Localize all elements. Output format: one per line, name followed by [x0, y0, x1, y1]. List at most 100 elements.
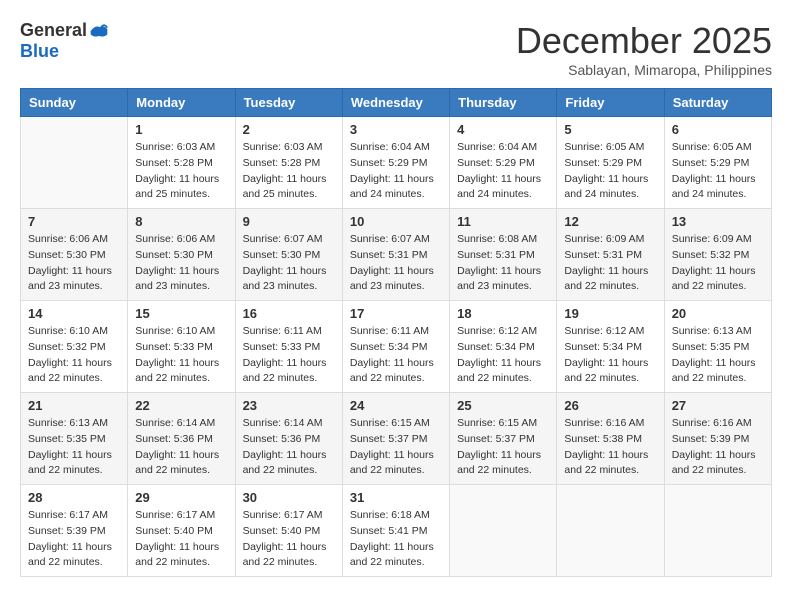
calendar-day-cell: 2Sunrise: 6:03 AMSunset: 5:28 PMDaylight…: [235, 117, 342, 209]
day-info: Sunrise: 6:08 AMSunset: 5:31 PMDaylight:…: [457, 232, 549, 295]
calendar-day-cell: 13 Sunrise: 6:09 AMSunset: 5:32 PMDayligh…: [664, 209, 771, 301]
calendar-week-row: 28Sunrise: 6:17 AMSunset: 5:39 PMDayligh…: [21, 485, 772, 577]
calendar-day-cell: 22 Sunrise: 6:14 AMSunset: 5:36 PMDayligh…: [128, 393, 235, 485]
logo-general-text: General: [20, 20, 87, 41]
day-info: Sunrise: 6:07 AMSunset: 5:30 PMDaylight:…: [243, 232, 335, 295]
day-info: Sunrise: 6:18 AMSunset: 5:41 PMDaylight:…: [350, 508, 442, 571]
calendar-day-header: Monday: [128, 89, 235, 117]
day-number: 1: [135, 122, 227, 137]
calendar-table: SundayMondayTuesdayWednesdayThursdayFrid…: [20, 88, 772, 577]
calendar-day-cell: 12 Sunrise: 6:09 AMSunset: 5:31 PMDayligh…: [557, 209, 664, 301]
calendar-day-cell: [450, 485, 557, 577]
day-info: Sunrise: 6:16 AMSunset: 5:38 PMDaylight:…: [564, 416, 656, 479]
calendar-day-header: Sunday: [21, 89, 128, 117]
logo-icon: [89, 21, 109, 41]
calendar-day-cell: 17 Sunrise: 6:11 AMSunset: 5:34 PMDayligh…: [342, 301, 449, 393]
calendar-day-cell: [664, 485, 771, 577]
day-info: Sunrise: 6:17 AMSunset: 5:40 PMDaylight:…: [243, 508, 335, 571]
day-number: 20: [672, 306, 764, 321]
calendar-day-cell: 24 Sunrise: 6:15 AMSunset: 5:37 PMDayligh…: [342, 393, 449, 485]
day-number: 5: [564, 122, 656, 137]
day-number: 19: [564, 306, 656, 321]
day-info: Sunrise: 6:09 AMSunset: 5:31 PMDaylight:…: [564, 232, 656, 295]
calendar-day-cell: 21 Sunrise: 6:13 AMSunset: 5:35 PMDayligh…: [21, 393, 128, 485]
logo: General Blue: [20, 20, 109, 62]
calendar-day-cell: 3 Sunrise: 6:04 AMSunset: 5:29 PMDaylight…: [342, 117, 449, 209]
calendar-day-cell: 18 Sunrise: 6:12 AMSunset: 5:34 PMDayligh…: [450, 301, 557, 393]
day-info: Sunrise: 6:16 AMSunset: 5:39 PMDaylight:…: [672, 416, 764, 479]
calendar-day-cell: 11Sunrise: 6:08 AMSunset: 5:31 PMDayligh…: [450, 209, 557, 301]
day-info: Sunrise: 6:09 AMSunset: 5:32 PMDaylight:…: [672, 232, 764, 295]
location-subtitle: Sablayan, Mimaropa, Philippines: [516, 62, 772, 78]
day-info: Sunrise: 6:05 AMSunset: 5:29 PMDaylight:…: [672, 140, 764, 203]
day-number: 27: [672, 398, 764, 413]
calendar-week-row: 7 Sunrise: 6:06 AMSunset: 5:30 PMDaylight…: [21, 209, 772, 301]
calendar-day-cell: 14Sunrise: 6:10 AMSunset: 5:32 PMDayligh…: [21, 301, 128, 393]
day-info: Sunrise: 6:12 AMSunset: 5:34 PMDaylight:…: [564, 324, 656, 387]
calendar-day-cell: 31Sunrise: 6:18 AMSunset: 5:41 PMDayligh…: [342, 485, 449, 577]
calendar-week-row: 1 Sunrise: 6:03 AMSunset: 5:28 PMDaylight…: [21, 117, 772, 209]
day-number: 8: [135, 214, 227, 229]
calendar-day-cell: 5 Sunrise: 6:05 AMSunset: 5:29 PMDaylight…: [557, 117, 664, 209]
page-header: General Blue December 2025 Sablayan, Mim…: [20, 20, 772, 78]
day-number: 15: [135, 306, 227, 321]
calendar-week-row: 14Sunrise: 6:10 AMSunset: 5:32 PMDayligh…: [21, 301, 772, 393]
day-info: Sunrise: 6:14 AMSunset: 5:36 PMDaylight:…: [135, 416, 227, 479]
day-info: Sunrise: 6:17 AMSunset: 5:40 PMDaylight:…: [135, 508, 227, 571]
calendar-day-cell: 19 Sunrise: 6:12 AMSunset: 5:34 PMDayligh…: [557, 301, 664, 393]
day-number: 28: [28, 490, 120, 505]
day-number: 4: [457, 122, 549, 137]
day-number: 16: [243, 306, 335, 321]
title-section: December 2025 Sablayan, Mimaropa, Philip…: [516, 20, 772, 78]
day-number: 13: [672, 214, 764, 229]
day-number: 23: [243, 398, 335, 413]
day-info: Sunrise: 6:04 AMSunset: 5:29 PMDaylight:…: [457, 140, 549, 203]
day-number: 12: [564, 214, 656, 229]
day-number: 14: [28, 306, 120, 321]
calendar-day-cell: 10 Sunrise: 6:07 AMSunset: 5:31 PMDayligh…: [342, 209, 449, 301]
day-info: Sunrise: 6:03 AMSunset: 5:28 PMDaylight:…: [243, 140, 335, 203]
day-number: 21: [28, 398, 120, 413]
day-number: 7: [28, 214, 120, 229]
calendar-day-cell: 25Sunrise: 6:15 AMSunset: 5:37 PMDayligh…: [450, 393, 557, 485]
day-number: 6: [672, 122, 764, 137]
day-number: 24: [350, 398, 442, 413]
day-info: Sunrise: 6:04 AMSunset: 5:29 PMDaylight:…: [350, 140, 442, 203]
day-number: 18: [457, 306, 549, 321]
calendar-day-header: Thursday: [450, 89, 557, 117]
day-number: 10: [350, 214, 442, 229]
calendar-day-cell: 15 Sunrise: 6:10 AMSunset: 5:33 PMDayligh…: [128, 301, 235, 393]
calendar-day-cell: 30 Sunrise: 6:17 AMSunset: 5:40 PMDayligh…: [235, 485, 342, 577]
day-info: Sunrise: 6:07 AMSunset: 5:31 PMDaylight:…: [350, 232, 442, 295]
day-info: Sunrise: 6:12 AMSunset: 5:34 PMDaylight:…: [457, 324, 549, 387]
calendar-day-cell: 28Sunrise: 6:17 AMSunset: 5:39 PMDayligh…: [21, 485, 128, 577]
day-info: Sunrise: 6:14 AMSunset: 5:36 PMDaylight:…: [243, 416, 335, 479]
day-info: Sunrise: 6:05 AMSunset: 5:29 PMDaylight:…: [564, 140, 656, 203]
calendar-day-header: Wednesday: [342, 89, 449, 117]
day-number: 30: [243, 490, 335, 505]
calendar-day-header: Saturday: [664, 89, 771, 117]
day-number: 25: [457, 398, 549, 413]
calendar-day-cell: 7 Sunrise: 6:06 AMSunset: 5:30 PMDaylight…: [21, 209, 128, 301]
day-info: Sunrise: 6:03 AMSunset: 5:28 PMDaylight:…: [135, 140, 227, 203]
day-number: 22: [135, 398, 227, 413]
logo-blue-text: Blue: [20, 41, 59, 62]
calendar-day-cell: 27 Sunrise: 6:16 AMSunset: 5:39 PMDayligh…: [664, 393, 771, 485]
day-info: Sunrise: 6:06 AMSunset: 5:30 PMDaylight:…: [135, 232, 227, 295]
day-number: 17: [350, 306, 442, 321]
day-info: Sunrise: 6:13 AMSunset: 5:35 PMDaylight:…: [672, 324, 764, 387]
calendar-day-header: Tuesday: [235, 89, 342, 117]
calendar-day-cell: 1 Sunrise: 6:03 AMSunset: 5:28 PMDaylight…: [128, 117, 235, 209]
day-info: Sunrise: 6:06 AMSunset: 5:30 PMDaylight:…: [28, 232, 120, 295]
day-number: 3: [350, 122, 442, 137]
day-info: Sunrise: 6:11 AMSunset: 5:34 PMDaylight:…: [350, 324, 442, 387]
calendar-day-cell: 9Sunrise: 6:07 AMSunset: 5:30 PMDaylight…: [235, 209, 342, 301]
day-info: Sunrise: 6:15 AMSunset: 5:37 PMDaylight:…: [350, 416, 442, 479]
calendar-day-cell: [21, 117, 128, 209]
calendar-day-cell: 20 Sunrise: 6:13 AMSunset: 5:35 PMDayligh…: [664, 301, 771, 393]
day-info: Sunrise: 6:10 AMSunset: 5:33 PMDaylight:…: [135, 324, 227, 387]
calendar-day-cell: 8 Sunrise: 6:06 AMSunset: 5:30 PMDaylight…: [128, 209, 235, 301]
calendar-day-cell: 26Sunrise: 6:16 AMSunset: 5:38 PMDayligh…: [557, 393, 664, 485]
day-info: Sunrise: 6:13 AMSunset: 5:35 PMDaylight:…: [28, 416, 120, 479]
calendar-week-row: 21 Sunrise: 6:13 AMSunset: 5:35 PMDayligh…: [21, 393, 772, 485]
